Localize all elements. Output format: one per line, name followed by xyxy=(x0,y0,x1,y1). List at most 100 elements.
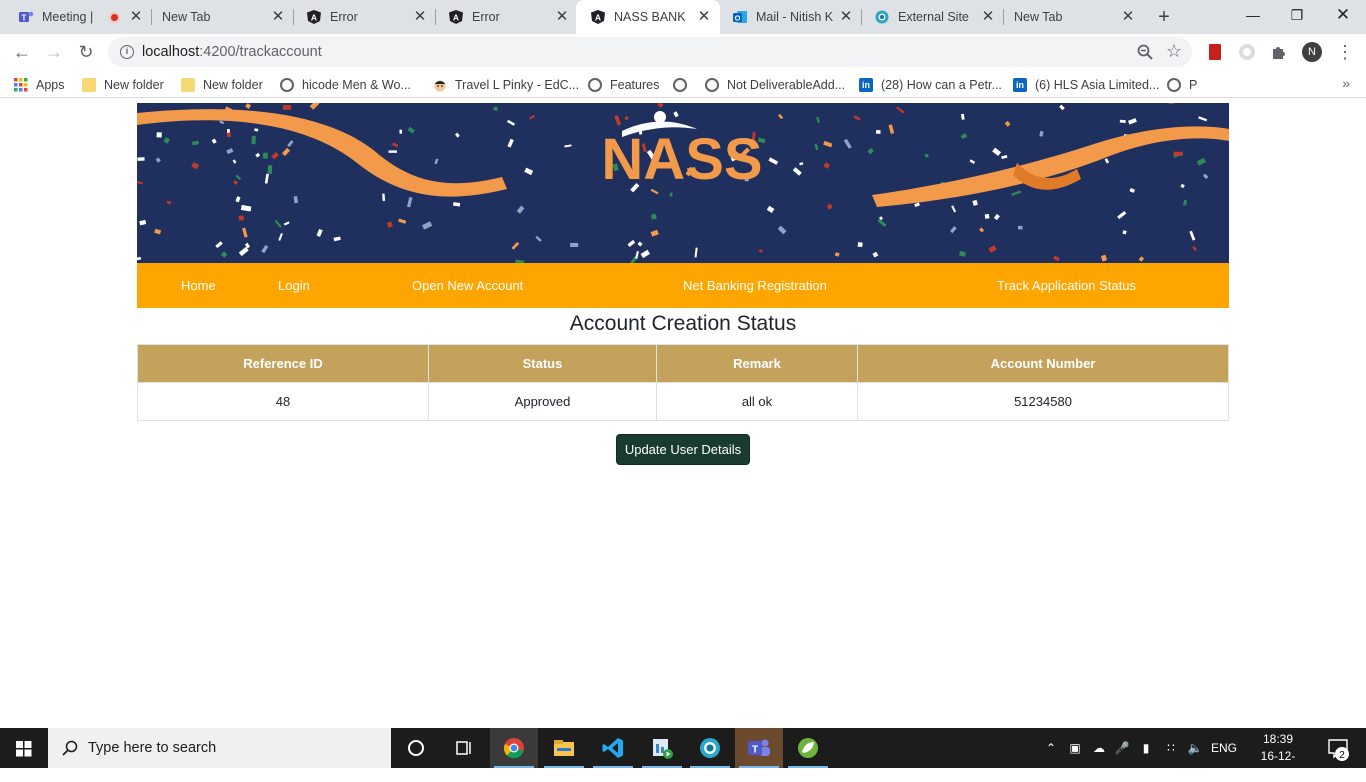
svg-text:T: T xyxy=(752,745,758,756)
bookmark-new-folder-1[interactable]: New folder xyxy=(82,76,164,94)
taskbar-spring-tool[interactable] xyxy=(784,728,832,768)
action-center-button[interactable]: 2 xyxy=(1320,728,1360,768)
close-icon[interactable]: ✕ xyxy=(980,9,996,25)
taskbar-app-monitor[interactable] xyxy=(638,728,686,768)
extension-red-icon[interactable] xyxy=(1206,43,1224,61)
forward-button[interactable]: → xyxy=(40,38,68,66)
confetti-piece xyxy=(267,165,273,175)
onedrive-icon[interactable]: ☁ xyxy=(1088,728,1110,768)
taskbar-vscode[interactable] xyxy=(589,728,637,768)
chrome-menu-icon[interactable]: ⋮ xyxy=(1336,40,1354,64)
bookmark-hicode[interactable]: hicode Men & Wo... xyxy=(280,76,411,94)
taskbar-search-box[interactable]: Type here to search xyxy=(48,728,391,768)
update-user-details-button[interactable]: Update User Details xyxy=(616,434,750,465)
volume-icon[interactable]: 🔈 xyxy=(1184,728,1206,768)
bookmark-p[interactable]: P xyxy=(1167,76,1197,94)
network-icon[interactable]: ∷ xyxy=(1160,728,1182,768)
close-window-button[interactable]: ✕ xyxy=(1320,0,1366,30)
nav-open-new-account[interactable]: Open New Account xyxy=(412,278,523,293)
confetti-piece xyxy=(1173,151,1183,156)
microphone-icon[interactable]: 🎤 xyxy=(1114,728,1130,768)
language-indicator[interactable]: ENG xyxy=(1210,728,1238,768)
start-button[interactable] xyxy=(0,728,48,768)
page-content: NASS Home Login Open New Account Net Ban… xyxy=(0,103,1366,728)
taskbar-chrome[interactable] xyxy=(490,728,538,768)
bookmark-untitled[interactable] xyxy=(673,76,695,94)
confetti-piece xyxy=(924,153,929,158)
tab-mail[interactable]: O Mail - Nitish K ✕ xyxy=(718,0,862,34)
extension-grey-icon[interactable] xyxy=(1238,43,1256,61)
confetti-piece xyxy=(388,150,397,153)
tab-title: External Site xyxy=(898,10,969,24)
battery-icon[interactable]: ▮ xyxy=(1136,728,1156,768)
reload-button[interactable]: ↻ xyxy=(72,38,100,66)
bookmark-star-icon[interactable]: ☆ xyxy=(1166,41,1182,62)
info-icon[interactable]: i xyxy=(120,45,134,59)
cell-status: Approved xyxy=(428,382,657,421)
close-icon[interactable]: ✕ xyxy=(270,9,286,25)
show-hidden-icons-button[interactable]: ⌃ xyxy=(1042,728,1060,768)
url-text[interactable]: localhost:4200/trackaccount xyxy=(142,44,322,60)
nav-net-banking-registration[interactable]: Net Banking Registration xyxy=(683,278,827,293)
close-icon[interactable]: ✕ xyxy=(838,9,854,25)
close-icon[interactable]: ✕ xyxy=(412,9,428,25)
cortana-button[interactable] xyxy=(392,728,440,768)
tab-new-tab[interactable]: New Tab ✕ xyxy=(148,0,294,34)
bookmark-linkedin-petr[interactable]: in (28) How can a Petr... xyxy=(859,76,1002,94)
task-view-button[interactable] xyxy=(440,728,488,768)
tab-new-tab-2[interactable]: New Tab ✕ xyxy=(1000,0,1144,34)
page-title: Account Creation Status xyxy=(569,312,797,335)
confetti-piece xyxy=(651,214,657,220)
taskbar-file-explorer[interactable] xyxy=(540,728,588,768)
tab-external-site[interactable]: External Site ✕ xyxy=(860,0,1004,34)
teams-icon: T xyxy=(18,9,34,25)
taskbar-teams[interactable]: T xyxy=(735,728,783,768)
avatar-icon xyxy=(434,80,446,92)
bookmark-label: New folder xyxy=(104,78,164,92)
search-placeholder: Type here to search xyxy=(88,740,217,756)
vscode-icon xyxy=(602,738,623,758)
bookmark-new-folder-2[interactable]: New folder xyxy=(181,76,263,94)
globe-icon xyxy=(874,9,890,25)
tab-nass-bank[interactable]: A NASS BANK ✕ xyxy=(576,0,720,34)
clock-time: 18:39 xyxy=(1262,732,1294,746)
bookmark-label: Travel L Pinky - EdC... xyxy=(455,78,580,92)
header-status: Status xyxy=(428,344,657,383)
address-bar[interactable]: i localhost:4200/trackaccount ☆ xyxy=(108,37,1192,67)
tab-error-1[interactable]: A Error ✕ xyxy=(292,0,436,34)
nav-track-application-status[interactable]: Track Application Status xyxy=(997,278,1136,293)
close-icon[interactable]: ✕ xyxy=(1120,9,1136,25)
teams-icon: T xyxy=(748,739,770,756)
bookmarks-overflow-button[interactable]: » xyxy=(1342,75,1350,91)
bookmark-not-deliverable[interactable]: Not DeliverableAdd... xyxy=(705,76,845,94)
bookmark-apps[interactable]: Apps xyxy=(14,76,65,94)
browser-toolbar: ← → ↻ i localhost:4200/trackaccount ☆ N … xyxy=(0,34,1366,70)
bookmark-features[interactable]: Features xyxy=(588,76,659,94)
bookmark-travel[interactable]: Travel L Pinky - EdC... xyxy=(433,76,579,94)
nav-login[interactable]: Login xyxy=(278,278,310,293)
close-icon[interactable]: ✕ xyxy=(554,9,570,25)
bookmark-label: (6) HLS Asia Limited... xyxy=(1035,78,1160,92)
restore-button[interactable]: ❐ xyxy=(1274,0,1320,30)
taskbar-edge[interactable] xyxy=(686,728,734,768)
close-icon[interactable]: ✕ xyxy=(128,9,144,25)
bookmark-linkedin-hls[interactable]: in (6) HLS Asia Limited... xyxy=(1013,76,1159,94)
back-button[interactable]: ← xyxy=(8,38,36,66)
globe-icon xyxy=(705,78,719,92)
extensions-puzzle-icon[interactable] xyxy=(1270,43,1288,61)
minimize-button[interactable]: — xyxy=(1230,0,1276,30)
taskbar-clock[interactable]: 18:39 16-12-2020 xyxy=(1248,731,1308,782)
status-table: Reference ID Status Remark Account Numbe… xyxy=(137,344,1229,421)
tab-meeting[interactable]: T Meeting | ✕ xyxy=(4,0,152,34)
chrome-icon xyxy=(504,738,524,759)
tab-title: Mail - Nitish K xyxy=(756,10,834,24)
profile-avatar[interactable]: N xyxy=(1302,42,1322,62)
close-icon[interactable]: ✕ xyxy=(696,9,712,25)
nav-home[interactable]: Home xyxy=(181,278,216,293)
tab-error-2[interactable]: A Error ✕ xyxy=(434,0,578,34)
zoom-icon[interactable] xyxy=(1136,43,1154,61)
svg-text:A: A xyxy=(595,13,601,23)
confetti-piece xyxy=(570,242,579,247)
new-tab-button[interactable]: + xyxy=(1152,6,1176,28)
meet-now-icon[interactable]: ▣ xyxy=(1066,728,1084,768)
